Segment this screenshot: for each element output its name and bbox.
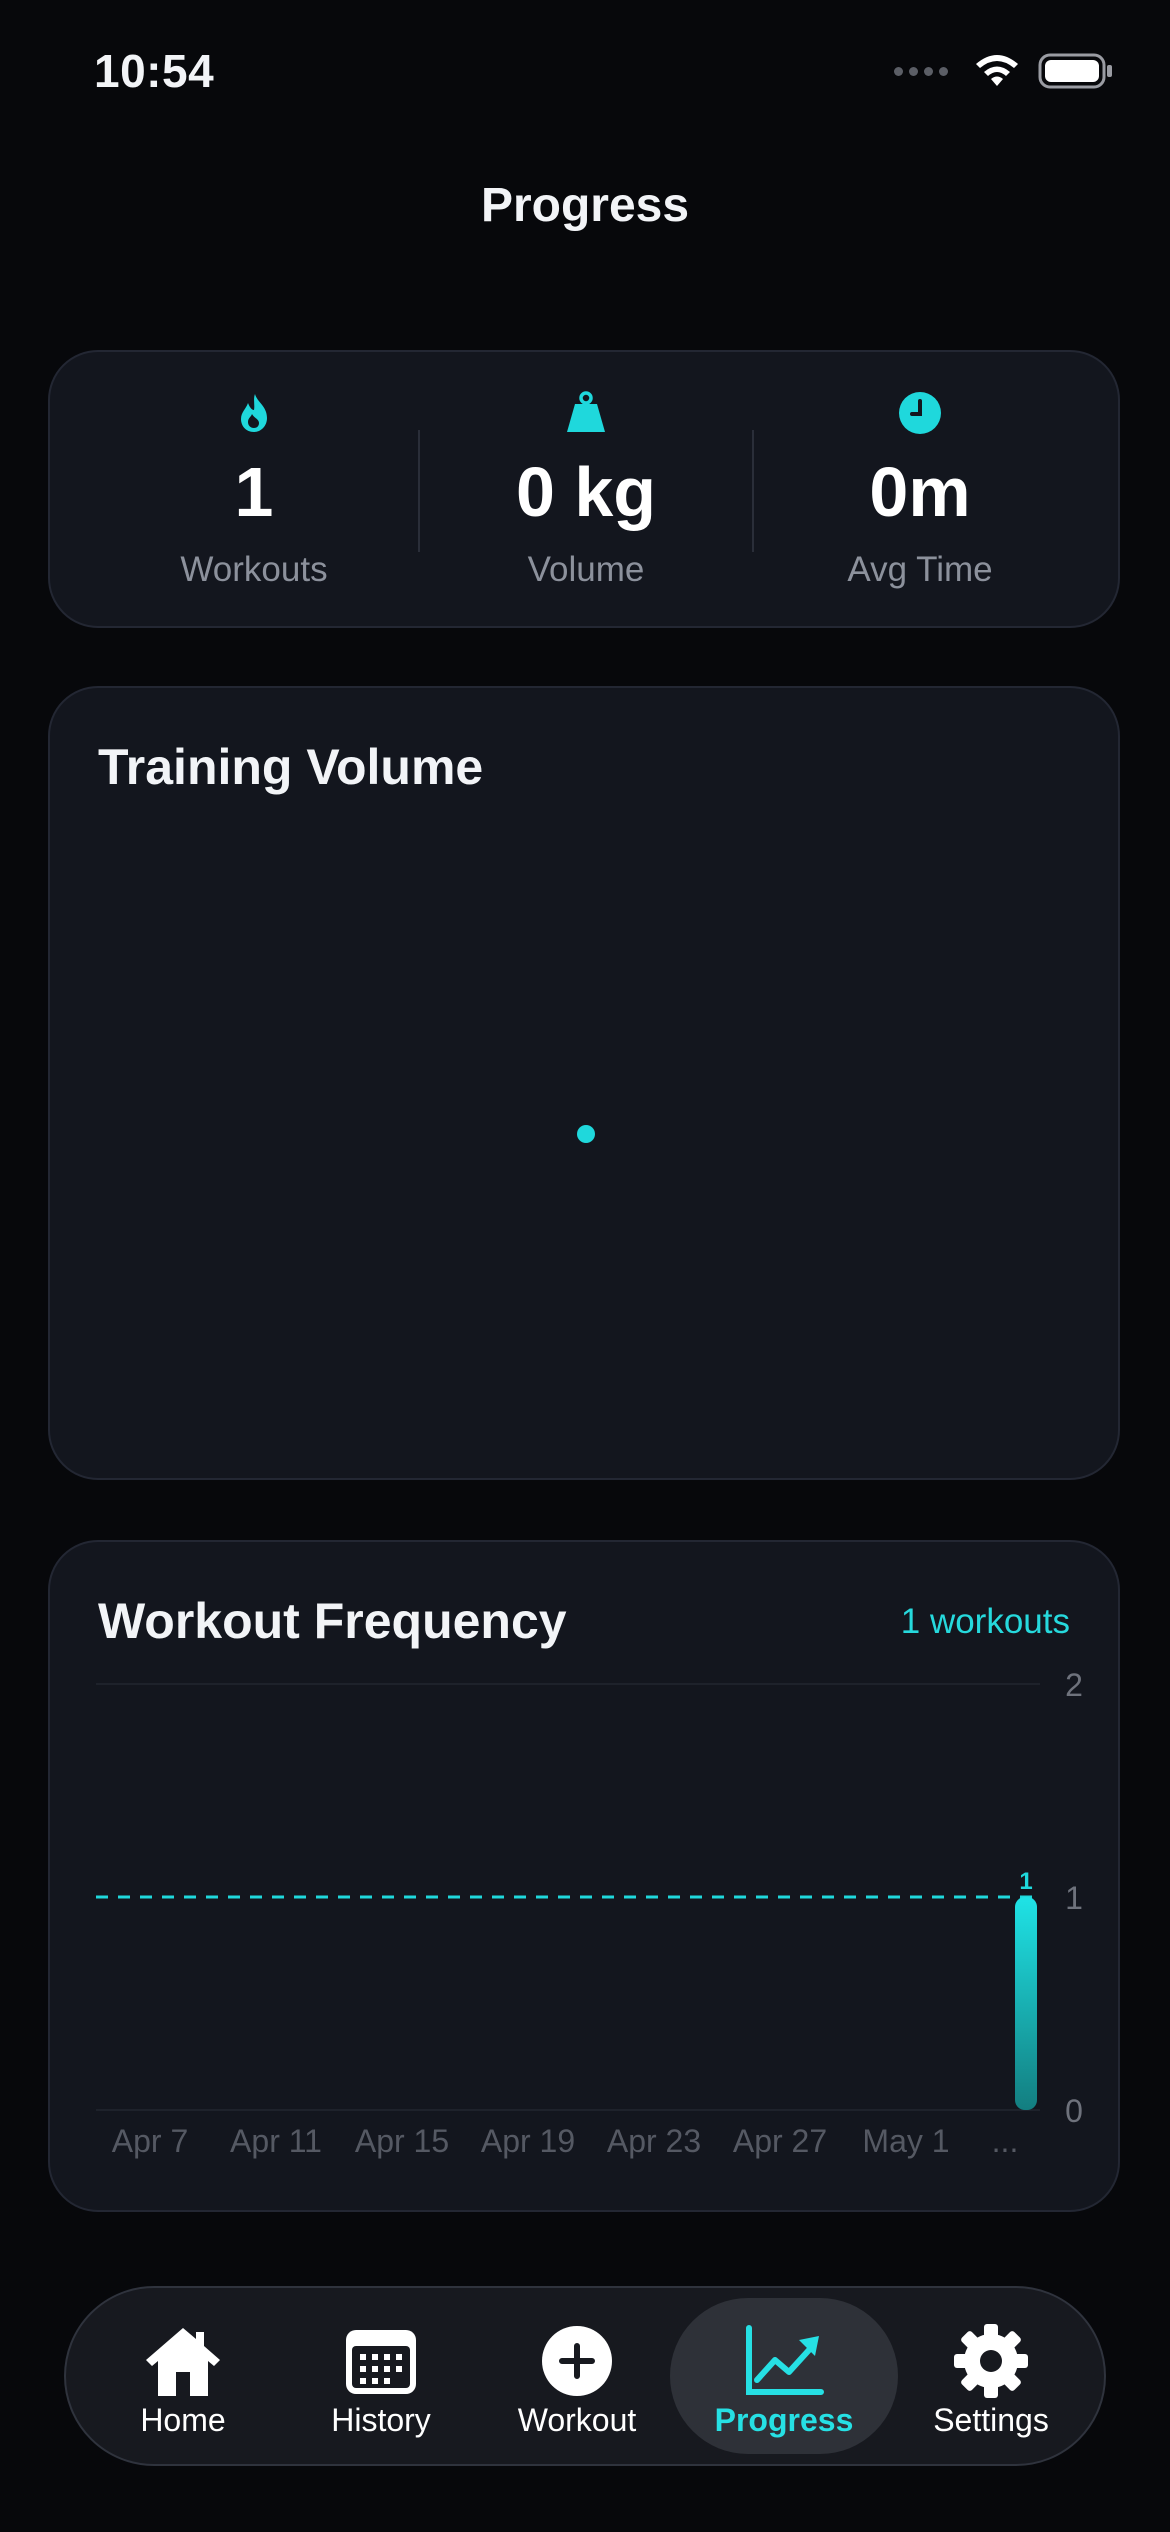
tab-label: Progress (714, 2402, 854, 2438)
wifi-icon (976, 55, 1018, 86)
weight-icon (567, 391, 605, 432)
x-tick-label: Apr 19 (481, 2123, 575, 2159)
stats-summary-card: 1 Workouts 0 kg Volume 0m Avg Time (48, 350, 1120, 628)
gear-icon (954, 2324, 1028, 2398)
x-tick-label: Apr 15 (355, 2123, 449, 2159)
stat-volume: 0 kg Volume (419, 352, 753, 630)
x-tick-label: ... (992, 2123, 1019, 2159)
clock-icon (899, 392, 941, 434)
frequency-bar (1015, 1897, 1037, 2110)
plus-circle-icon (542, 2326, 612, 2396)
cellular-signal-icon (894, 66, 948, 76)
stat-label: Volume (527, 550, 645, 589)
x-tick-label: Apr 7 (112, 2123, 188, 2159)
workout-frequency-chart: 2 1 0 Apr 7 Apr 11 Apr 15 Apr 19 Apr 23 Apr 27 Ma… (96, 1667, 1083, 2159)
workout-frequency-card: Workout Frequency 1 workouts 2 1 0 Apr 7 Apr… (48, 1540, 1120, 2212)
stat-label: Avg Time (847, 550, 993, 589)
stat-value: 1 (234, 453, 274, 531)
x-tick-label: Apr 11 (230, 2123, 322, 2159)
tab-label: History (331, 2402, 431, 2438)
tab-settings[interactable]: Settings (896, 2298, 1086, 2454)
stat-workouts: 1 Workouts (87, 352, 421, 630)
tab-label: Home (140, 2402, 226, 2438)
battery-icon (1038, 53, 1112, 89)
calendar-icon (346, 2330, 416, 2394)
training-volume-card: Training Volume (48, 686, 1120, 1480)
bottom-tab-bar: Home History Workout Progress Settings (64, 2286, 1106, 2466)
tab-label: Settings (933, 2402, 1049, 2438)
chart-trend-icon (746, 2325, 824, 2395)
bar-value-label: 1 (1019, 1868, 1032, 1895)
stat-value: 0 kg (515, 453, 657, 531)
stat-label: Workouts (180, 550, 328, 589)
house-icon (146, 2328, 220, 2396)
tab-home[interactable]: Home (88, 2298, 278, 2454)
tab-history[interactable]: History (286, 2298, 476, 2454)
stat-avg-time: 0m Avg Time (753, 352, 1087, 630)
flame-icon (241, 394, 267, 432)
status-bar: 10:54 (0, 0, 1170, 150)
status-icons (894, 52, 1114, 90)
x-tick-label: Apr 27 (733, 2123, 827, 2159)
tab-label: Workout (517, 2402, 637, 2438)
tab-workout[interactable]: Workout (482, 2298, 672, 2454)
stat-value: 0m (869, 453, 971, 531)
y-tick-label: 2 (1065, 1667, 1083, 1703)
y-tick-label: 1 (1065, 1880, 1083, 1916)
x-tick-label: Apr 23 (607, 2123, 701, 2159)
tab-progress[interactable]: Progress (670, 2298, 898, 2454)
x-tick-label: May 1 (862, 2123, 949, 2159)
training-volume-title: Training Volume (98, 739, 484, 795)
volume-data-point (577, 1125, 595, 1143)
page-title: Progress (480, 179, 690, 232)
status-time: 10:54 (94, 45, 215, 97)
y-tick-label: 0 (1065, 2093, 1083, 2129)
